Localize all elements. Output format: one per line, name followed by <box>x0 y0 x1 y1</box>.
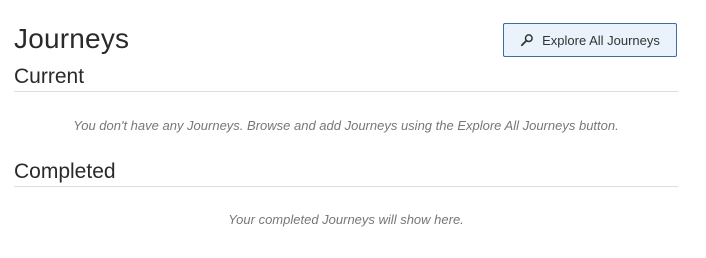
current-empty-message: You don't have any Journeys. Browse and … <box>73 118 619 133</box>
completed-section-heading: Completed <box>14 160 116 183</box>
current-section-divider <box>14 91 678 92</box>
page-title: Journeys <box>14 23 130 54</box>
explore-all-journeys-label: Explore All Journeys <box>542 32 660 48</box>
search-icon <box>520 33 534 47</box>
explore-all-journeys-button[interactable]: Explore All Journeys <box>503 23 677 57</box>
current-section-heading: Current <box>14 65 85 88</box>
journeys-page: Journeys Explore All Journeys Current Yo… <box>14 0 678 258</box>
completed-section-divider <box>14 186 678 187</box>
completed-empty-message: Your completed Journeys will show here. <box>228 212 464 227</box>
